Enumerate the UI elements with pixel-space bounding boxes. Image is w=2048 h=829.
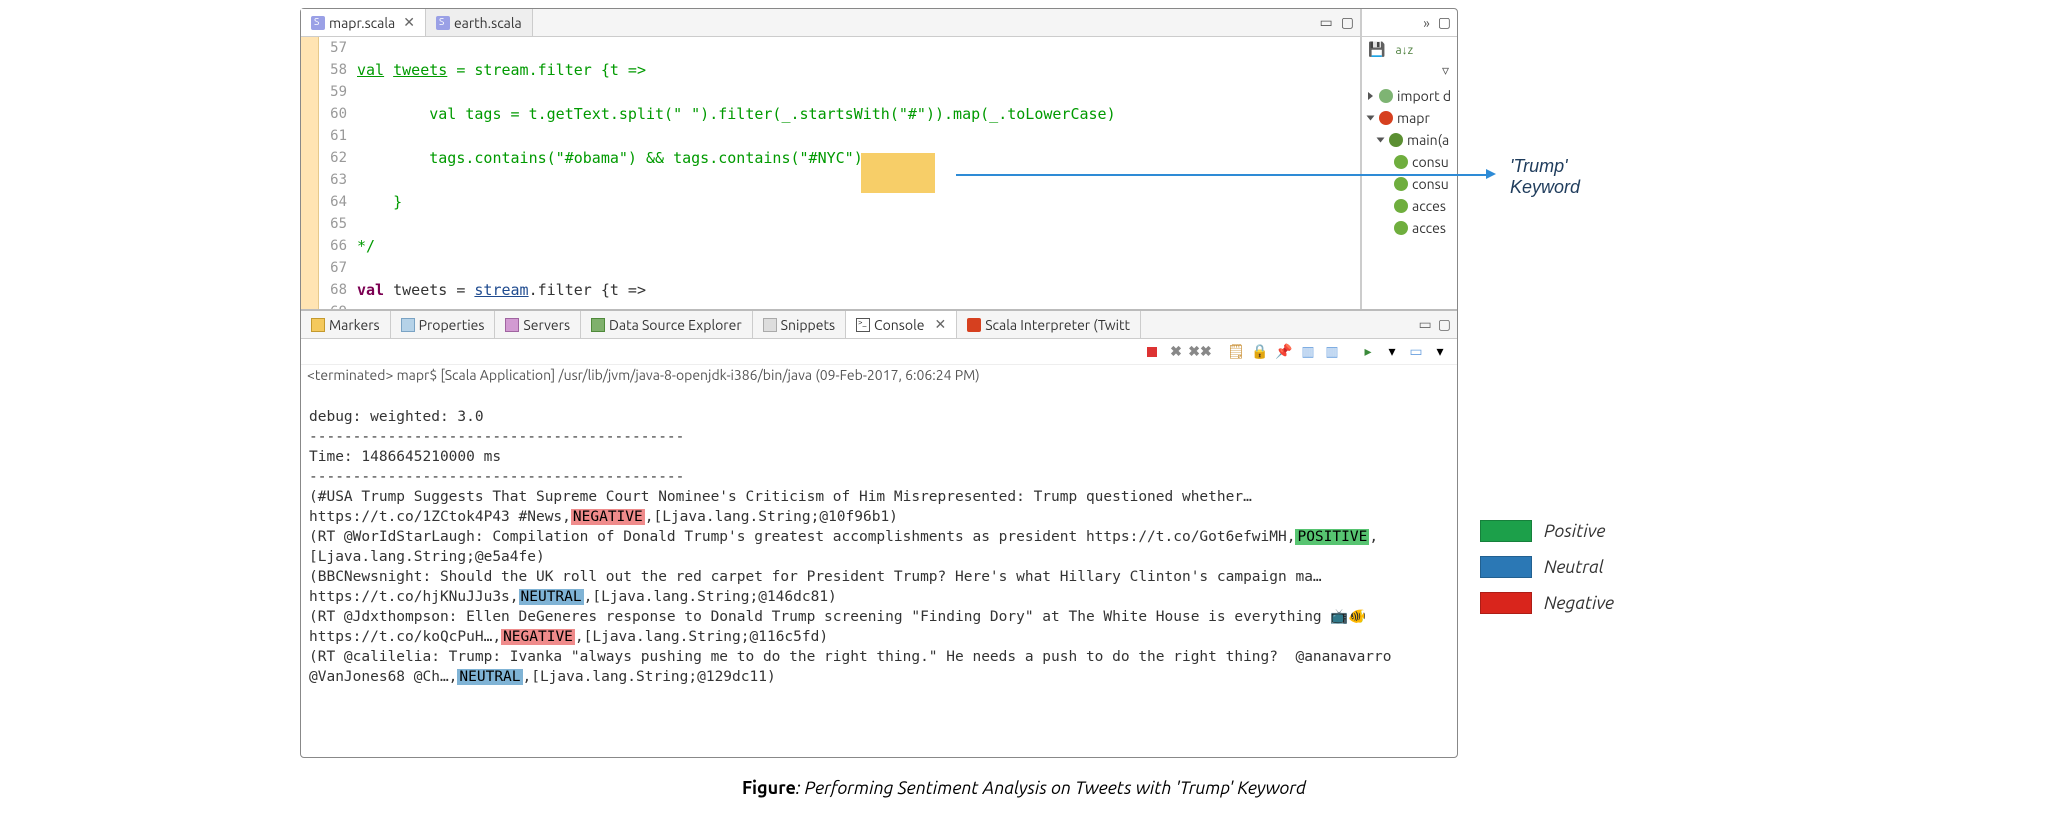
bottom-window-controls: ▭ ▢ [1419,316,1457,333]
tab-console[interactable]: Console ✕ [846,311,957,338]
chevrons-icon[interactable]: » [1423,15,1430,31]
terminate-button[interactable] [1143,343,1161,361]
field-icon [1394,221,1408,235]
bottom-panel: Markers Properties Servers Data Source E… [301,309,1457,757]
bottom-tabs: Markers Properties Servers Data Source E… [301,311,1457,339]
maximize-icon[interactable]: ▢ [1341,14,1354,31]
datasource-icon [591,318,605,332]
arrow-head-icon [1486,169,1496,179]
console-menu-dropdown[interactable]: ▾ [1383,343,1401,361]
sentiment-legend: Positive Neutral Negative [1480,520,1614,628]
sentiment-negative: NEGATIVE [571,509,645,525]
new-console-button[interactable]: ▸ [1359,343,1377,361]
editor-window-controls: ▭ ▢ [1320,14,1360,31]
tab-markers[interactable]: Markers [301,311,391,338]
outline-tree[interactable]: import d mapr main(a consu consu acces a… [1362,79,1457,309]
editor-tabs: mapr.scala ✕ earth.scala ▭ ▢ [301,9,1360,37]
tab-earth[interactable]: earth.scala [426,9,533,36]
view-menu-button[interactable]: ▭ [1407,343,1425,361]
tab-servers[interactable]: Servers [495,311,581,338]
minimize-icon[interactable]: ▭ [1419,316,1432,333]
tab-label: earth.scala [454,15,522,31]
pin-console-button[interactable]: 📌 [1275,343,1293,361]
marker-column [301,37,319,309]
maximize-icon[interactable]: ▢ [1438,14,1451,31]
close-icon[interactable]: ✕ [403,14,415,31]
code-content[interactable]: val tweets = stream.filter {t => val tag… [353,37,1360,309]
scala-icon [967,318,981,332]
console-icon [856,318,870,332]
editor-pane: mapr.scala ✕ earth.scala ▭ ▢ 57585960616… [301,9,1361,309]
tab-scala-interpreter[interactable]: Scala Interpreter (Twitt [957,311,1141,338]
figure-caption: Figure: Performing Sentiment Analysis on… [0,778,2048,798]
swatch-neutral [1480,556,1532,578]
minimize-icon[interactable]: ▭ [1320,14,1333,31]
line-gutter: 57585960616263646566676869 [319,37,353,309]
tab-label: mapr.scala [329,15,395,31]
annotation-trump-keyword: 'Trump' Keyword [1510,156,1580,198]
annotation-arrow [956,174,1486,176]
dropdown-icon[interactable]: ▿ [1442,62,1449,78]
method-icon [1389,133,1403,147]
swatch-negative [1480,592,1532,614]
sentiment-neutral: NEUTRAL [457,669,522,685]
remove-all-button[interactable]: ✖✖ [1191,343,1209,361]
clear-console-button[interactable]: 🗒 [1227,343,1245,361]
tab-snippets[interactable]: Snippets [753,311,846,338]
tab-mapr[interactable]: mapr.scala ✕ [301,9,426,36]
properties-icon [401,318,415,332]
swatch-positive [1480,520,1532,542]
sentiment-positive: POSITIVE [1295,529,1369,545]
console-toolbar: ✖ ✖✖ 🗒 🔒 📌 ▥ ▥ ▸ ▾ ▭ ▾ [301,339,1457,365]
snippets-icon [763,318,777,332]
view-menu-dropdown[interactable]: ▾ [1431,343,1449,361]
tab-data-source[interactable]: Data Source Explorer [581,311,753,338]
open-console-button[interactable]: ▥ [1323,343,1341,361]
servers-icon [505,318,519,332]
import-icon [1379,89,1393,103]
sentiment-negative: NEGATIVE [501,629,575,645]
maximize-icon[interactable]: ▢ [1438,316,1451,333]
scala-file-icon [311,16,325,30]
scala-file-icon [436,16,450,30]
top-split: mapr.scala ✕ earth.scala ▭ ▢ 57585960616… [301,9,1457,309]
markers-icon [311,318,325,332]
outline-pane: » ▢ 💾 a↓z ▿ import d mapr main(a consu c… [1361,9,1457,309]
outline-window-controls: » ▢ [1362,9,1457,37]
save-icon[interactable]: 💾 [1368,41,1385,58]
console-launch-info: <terminated> mapr$ [Scala Application] /… [301,365,1457,385]
display-selected-button[interactable]: ▥ [1299,343,1317,361]
close-icon[interactable]: ✕ [934,316,946,333]
sentiment-neutral: NEUTRAL [519,589,584,605]
sort-icon[interactable]: a↓z [1395,43,1413,57]
field-icon [1394,199,1408,213]
outline-toolbar: 💾 a↓z [1362,37,1457,62]
scroll-lock-button[interactable]: 🔒 [1251,343,1269,361]
object-icon [1379,111,1393,125]
code-editor[interactable]: 57585960616263646566676869 val tweets = … [301,37,1360,309]
field-icon [1394,155,1408,169]
tab-properties[interactable]: Properties [391,311,496,338]
console-output[interactable]: debug: weighted: 3.0 -------------------… [301,385,1457,757]
field-icon [1394,177,1408,191]
ide-window: mapr.scala ✕ earth.scala ▭ ▢ 57585960616… [300,8,1458,758]
remove-launch-button[interactable]: ✖ [1167,343,1185,361]
